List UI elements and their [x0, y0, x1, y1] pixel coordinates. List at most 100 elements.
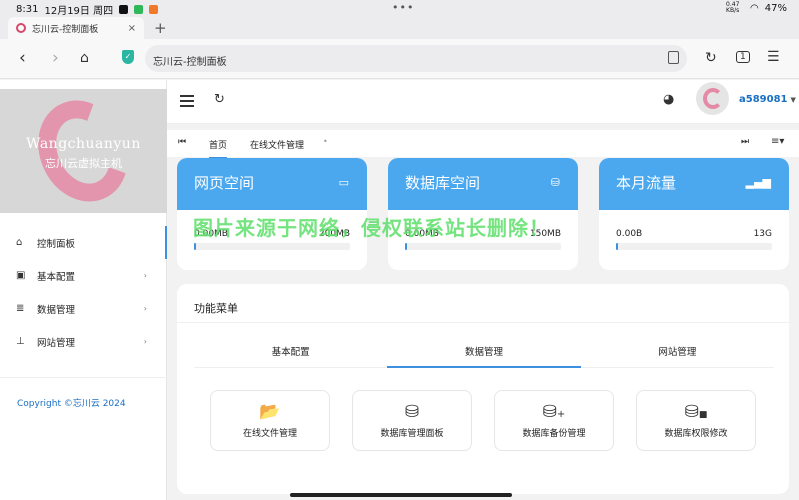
sidebar-item-dashboard[interactable]: ⌂ 控制面板	[0, 226, 167, 259]
menu-toggle-icon[interactable]	[180, 95, 194, 110]
tab-file-manager[interactable]: 在线文件管理	[250, 138, 304, 151]
tab-site-management[interactable]: 网站管理	[580, 344, 774, 368]
sidebar-item-label: 控制面板	[37, 238, 76, 250]
list-icon: ≣	[16, 303, 25, 314]
browser-tab-title: 忘川云-控制面板	[32, 24, 99, 35]
db-admin-tile[interactable]: ⛁ 数据库管理面板	[352, 390, 472, 451]
card-header: 数据库空间 ⛁	[388, 158, 578, 210]
card-header: 网页空间 ▭	[177, 158, 367, 210]
card-values: 0.00B 13G	[616, 229, 772, 239]
close-tab-icon[interactable]: ×	[128, 23, 136, 34]
usage-progress	[194, 243, 350, 250]
network-speed: 0.47 KB/s	[726, 1, 740, 14]
tabs-scroll-left-icon[interactable]: ⏮	[178, 137, 186, 147]
sidebar-item-label: 数据管理	[37, 304, 76, 316]
avatar[interactable]	[696, 82, 729, 115]
function-menu-panel: 功能菜单 基本配置 数据管理 网站管理 📂 在线文件管理 ⛁ 数据库管理面板 ⛁…	[177, 284, 789, 494]
top-header: ↻ ◕ a589081 ▼	[167, 80, 799, 124]
progress-fill	[405, 243, 407, 250]
bookmark-icon[interactable]	[668, 51, 679, 64]
tab-data-management[interactable]: 数据管理	[387, 344, 581, 368]
home-icon[interactable]: ⌂	[80, 50, 89, 66]
used-value: 0.00B	[616, 229, 643, 239]
browser-menu-icon[interactable]: ☰	[767, 49, 780, 65]
tab-home[interactable]: 首页	[209, 138, 228, 159]
tile-label: 数据库权限修改	[664, 429, 728, 439]
signal-icon: ▂▄▆	[745, 176, 771, 189]
sidebar-item-label: 基本配置	[37, 271, 76, 283]
os-status-bar: 8:31 12月19日 周四 ••• 0.47 KB/s ◠ 47%	[0, 0, 799, 17]
wifi-icon: ◠	[750, 2, 759, 14]
db-backup-tile[interactable]: ⛁+ 数据库备份管理	[494, 390, 614, 451]
reload-icon[interactable]: ↻	[705, 50, 717, 66]
favicon-icon	[16, 23, 26, 33]
tab-basic-config[interactable]: 基本配置	[194, 344, 388, 368]
panel-title: 功能菜单	[194, 302, 238, 315]
total-value: 13G	[753, 229, 772, 239]
username: a589081	[739, 94, 788, 105]
app-icon	[149, 5, 159, 14]
new-tab-button[interactable]: +	[154, 19, 167, 37]
sidebar-divider	[0, 377, 167, 378]
tile-label: 数据库管理面板	[380, 429, 444, 439]
terminal-icon: ▣	[16, 270, 26, 281]
sidebar-item-basic-config[interactable]: ▣ 基本配置 ›	[0, 259, 167, 292]
chevron-right-icon: ›	[143, 337, 147, 346]
date: 12月19日 周四	[44, 6, 114, 17]
database-icon: ⛁	[404, 402, 420, 422]
site-logo[interactable]: Wangchuanyun 忘川云虚拟主机	[0, 89, 167, 213]
security-shield-icon[interactable]: ✓	[122, 50, 134, 64]
address-bar[interactable]: 忘川云-控制面板	[145, 45, 687, 72]
app-icon	[134, 5, 144, 14]
clock: 8:31	[16, 4, 39, 15]
forward-icon[interactable]: ›	[52, 48, 59, 68]
watermark-text: 图片来源于网络，侵权联系站长删除！	[193, 216, 550, 240]
logo-subtitle: 忘川云虚拟主机	[45, 157, 122, 170]
user-menu[interactable]: a589081 ▼	[739, 94, 796, 105]
tile-label: 数据库备份管理	[522, 429, 586, 439]
database-plus-icon: ⛁+	[542, 402, 566, 422]
logo-title: Wangchuanyun	[26, 136, 141, 152]
usage-progress	[616, 243, 772, 250]
multitask-dots[interactable]: •••	[392, 1, 414, 14]
home-indicator[interactable]	[290, 493, 512, 497]
tab-close-icon[interactable]: •	[323, 137, 328, 146]
tile-label: 在线文件管理	[242, 429, 297, 439]
battery-level: 47%	[764, 2, 787, 14]
database-lock-icon: ⛁■	[684, 402, 708, 422]
database-icon: ⛁	[550, 176, 560, 189]
back-icon[interactable]: ‹	[19, 48, 26, 68]
progress-fill	[616, 243, 618, 250]
page-tab-bar: ⏮ 首页 在线文件管理 • ⏭ ≡▾	[167, 130, 799, 159]
copyright: Copyright ©忘川云 2024	[17, 399, 126, 409]
card-title: 本月流量	[616, 174, 677, 192]
card-title: 数据库空间	[405, 174, 481, 192]
address-text: 忘川云-控制面板	[153, 57, 227, 68]
web-page: Wangchuanyun 忘川云虚拟主机 ⌂ 控制面板 ▣ 基本配置 › ≣ 数…	[0, 80, 799, 500]
tabs-menu-icon[interactable]: ≡▾	[771, 136, 784, 147]
panel-divider	[177, 322, 789, 323]
file-manager-tile[interactable]: 📂 在线文件管理	[210, 390, 330, 451]
sitemap-icon: ⊥	[16, 336, 25, 347]
usage-progress	[405, 243, 561, 250]
tab-count-button[interactable]: 1	[736, 51, 750, 63]
chevron-right-icon: ›	[143, 304, 147, 313]
browser-toolbar: ‹ › ⌂ ✓ 忘川云-控制面板 ↻ 1 ☰	[0, 39, 799, 79]
refresh-icon[interactable]: ↻	[214, 92, 225, 107]
theme-palette-icon[interactable]: ◕	[663, 92, 674, 107]
browser-tab-strip: 忘川云-控制面板 × +	[0, 17, 799, 39]
tiktok-icon	[119, 5, 129, 14]
sidebar-item-label: 网站管理	[37, 337, 76, 349]
monthly-traffic-card: 本月流量 ▂▄▆ 0.00B 13G	[599, 158, 789, 270]
tabs-scroll-right-icon[interactable]: ⏭	[741, 137, 749, 147]
db-permission-tile[interactable]: ⛁■ 数据库权限修改	[636, 390, 756, 451]
sidebar: Wangchuanyun 忘川云虚拟主机 ⌂ 控制面板 ▣ 基本配置 › ≣ 数…	[0, 80, 167, 500]
sidebar-item-site-management[interactable]: ⊥ 网站管理 ›	[0, 325, 167, 358]
progress-fill	[194, 243, 196, 250]
folder-open-icon: 📂	[259, 402, 281, 422]
chevron-down-icon: ▼	[790, 96, 796, 104]
card-title: 网页空间	[194, 174, 255, 192]
home-icon: ⌂	[16, 237, 23, 248]
sidebar-item-data-management[interactable]: ≣ 数据管理 ›	[0, 292, 167, 325]
browser-tab[interactable]: 忘川云-控制面板 ×	[8, 17, 144, 39]
